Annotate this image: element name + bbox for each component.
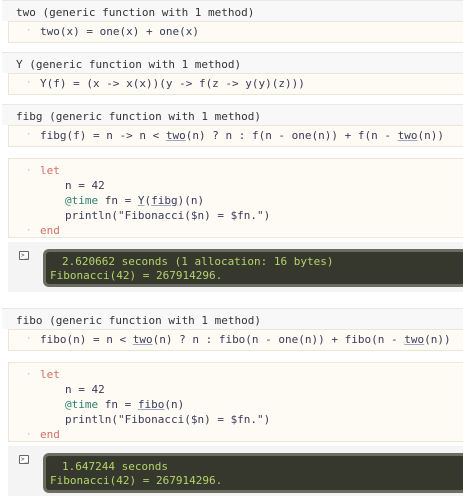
bullet-icon: · xyxy=(26,226,32,236)
code-cell-Y[interactable]: · Y(f) = (x -> x(x))(y -> f(z -> y(y)(z)… xyxy=(8,73,463,95)
terminal-result: Fibonacci(42) = 267914296. xyxy=(50,269,223,282)
output-header-Y: Y (generic function with 1 method) xyxy=(2,52,463,73)
keyword-let: let xyxy=(40,368,60,381)
code-cell-fibg[interactable]: · fibg(f) = n -> n < two(n) ? n : f(n - … xyxy=(8,125,463,147)
code-segment: (n) xyxy=(164,398,185,411)
function-body: (x) = one(x) + one(x) xyxy=(59,25,199,38)
code-segment: fibo(n) = n < xyxy=(40,333,133,346)
bullet-icon: · xyxy=(26,370,32,380)
keyword-let: let xyxy=(40,164,60,177)
bullet-icon: · xyxy=(26,26,32,36)
terminal-icon[interactable]: >_ xyxy=(19,251,29,260)
terminal-timing: 2.620662 seconds (1 allocation: 16 bytes… xyxy=(62,255,334,268)
call-Y-link[interactable]: Y xyxy=(138,194,145,207)
output-text: Y (generic function with 1 method) xyxy=(16,58,242,71)
terminal-icon[interactable]: >_ xyxy=(19,455,29,464)
bullet-icon: · xyxy=(26,130,32,140)
call-two-link[interactable]: two xyxy=(133,333,153,346)
bullet-icon: · xyxy=(26,334,32,344)
function-name: two xyxy=(40,25,60,38)
call-fibo-link[interactable]: fibo xyxy=(138,398,165,411)
code-segment: fn = xyxy=(98,398,138,411)
code-segment: (n)) xyxy=(424,333,451,346)
code-line: two(x) = one(x) + one(x) xyxy=(40,25,199,38)
code-cell-two[interactable]: · two(x) = one(x) + one(x) xyxy=(8,21,463,43)
code-segment: (n)) xyxy=(417,129,445,142)
bullet-icon: · xyxy=(26,166,32,176)
terminal-timing: 1.647244 seconds xyxy=(62,460,168,473)
code-time-line: @time fn = fibo(n) xyxy=(65,398,184,411)
bullet-icon: · xyxy=(26,78,32,88)
output-text: fibo (generic function with 1 method) xyxy=(16,314,262,327)
code-cell-let-fibo[interactable]: · let n = 42 @time fn = fibo(n) println(… xyxy=(8,362,463,442)
call-two-link[interactable]: two xyxy=(404,333,424,346)
output-header-two: two (generic function with 1 method) xyxy=(2,0,463,21)
bullet-icon: · xyxy=(26,430,32,440)
keyword-end: end xyxy=(40,428,60,441)
code-segment: (n) ? n : f(n - one(n)) + f(n - xyxy=(185,129,398,142)
terminal-box: 1.647244 seconds Fibonacci(42) = 2679142… xyxy=(43,453,463,493)
macro-time: @time xyxy=(65,398,99,411)
output-header-fibo: fibo (generic function with 1 method) xyxy=(2,308,463,329)
code-assign: n = 42 xyxy=(65,383,105,396)
code-assign: n = 42 xyxy=(65,179,105,192)
code-line: fibo(n) = n < two(n) ? n : fibo(n - one(… xyxy=(40,333,451,346)
output-header-fibg: fibg (generic function with 1 method) xyxy=(2,104,463,125)
code-time-line: @time fn = Y(fibg)(n) xyxy=(65,194,204,207)
terminal-output-2: >_ 1.647244 seconds Fibonacci(42) = 2679… xyxy=(8,446,463,496)
code-println: println("Fibonacci($n) = $fn.") xyxy=(65,413,271,426)
keyword-end: end xyxy=(40,224,60,237)
terminal-result: Fibonacci(42) = 267914296. xyxy=(50,474,223,487)
output-text: fibg (generic function with 1 method) xyxy=(16,110,262,123)
code-line: Y(f) = (x -> x(x))(y -> f(z -> y(y)(z))) xyxy=(40,77,305,90)
code-segment: fn = xyxy=(98,194,138,207)
code-segment: fibg(f) = n -> n < xyxy=(40,129,166,142)
call-two-link[interactable]: two xyxy=(398,129,418,142)
call-fibg-link[interactable]: fibg xyxy=(151,194,178,207)
terminal-output-1: >_ 2.620662 seconds (1 allocation: 16 by… xyxy=(8,242,463,292)
code-println: println("Fibonacci($n) = $fn.") xyxy=(65,209,271,222)
code-cell-fibo[interactable]: · fibo(n) = n < two(n) ? n : fibo(n - on… xyxy=(8,329,463,351)
macro-time: @time xyxy=(65,194,99,207)
code-cell-let-fibg[interactable]: · let n = 42 @time fn = Y(fibg)(n) print… xyxy=(8,158,463,238)
code-segment: (n) ? n : fibo(n - one(n)) + fibo(n - xyxy=(152,333,405,346)
terminal-box: 2.620662 seconds (1 allocation: 16 bytes… xyxy=(43,249,463,287)
code-line: fibg(f) = n -> n < two(n) ? n : f(n - on… xyxy=(40,129,444,142)
output-text: two (generic function with 1 method) xyxy=(16,6,255,19)
call-two-link[interactable]: two xyxy=(166,129,186,142)
code-segment: )(n) xyxy=(177,194,205,207)
